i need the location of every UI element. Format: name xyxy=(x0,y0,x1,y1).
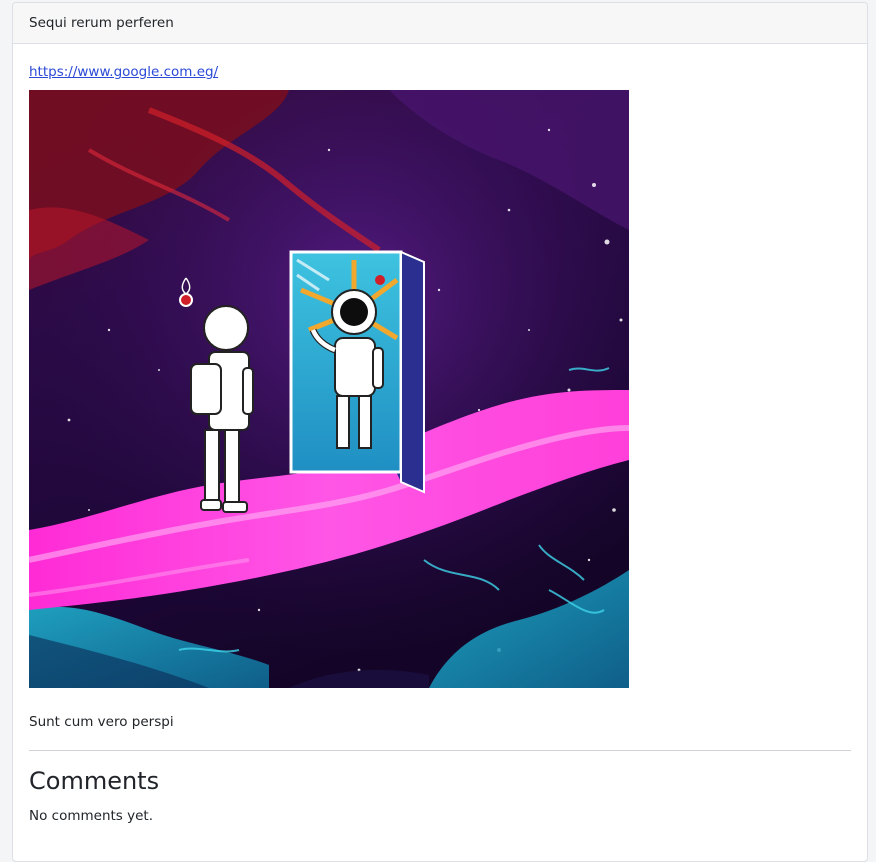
post-card-header: Sequi rerum perferen xyxy=(13,3,867,44)
divider xyxy=(29,750,851,751)
post-link[interactable]: https://www.google.com.eg/ xyxy=(29,63,218,81)
space-illustration xyxy=(29,90,629,688)
post-body-text: Sunt cum vero perspi xyxy=(29,714,174,730)
portal-door xyxy=(289,250,425,494)
post-image xyxy=(29,90,629,688)
post-card-body: https://www.google.com.eg/ Sunt cum vero… xyxy=(13,44,867,825)
post-card: Sequi rerum perferen https://www.google.… xyxy=(12,2,868,862)
comments-heading: Comments xyxy=(29,767,160,795)
no-comments-text: No comments yet. xyxy=(29,808,153,824)
post-title: Sequi rerum perferen xyxy=(29,15,174,31)
